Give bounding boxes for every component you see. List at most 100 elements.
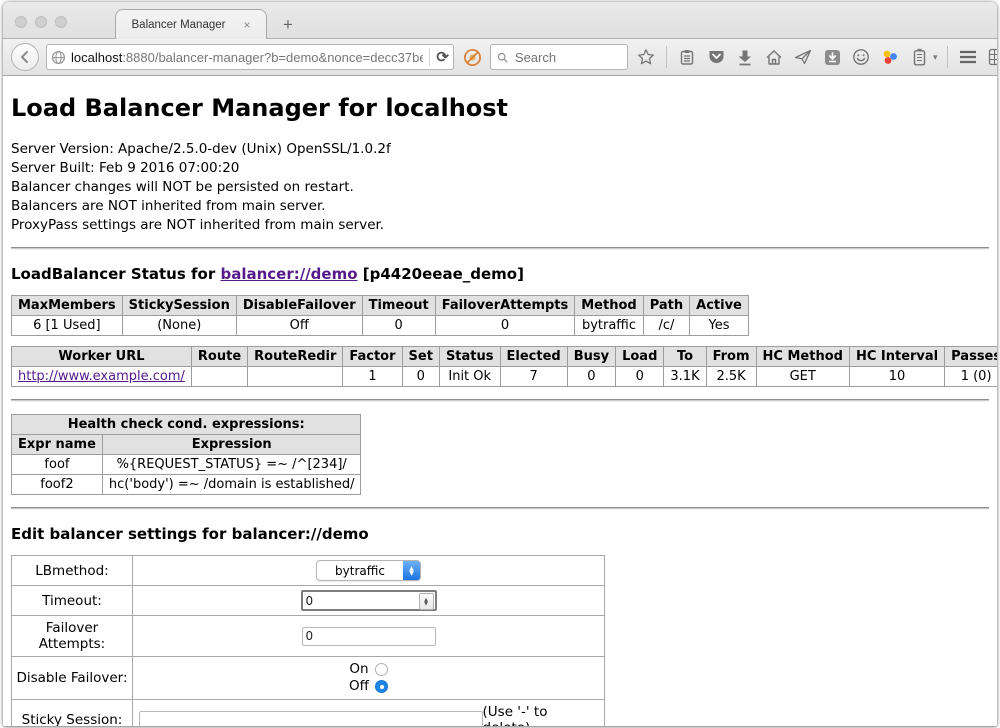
search-input[interactable] (513, 49, 621, 66)
reload-icon[interactable]: ⟳ (436, 48, 449, 66)
chevron-down-icon[interactable]: ▾ (933, 52, 938, 63)
col-failoverattempts: FailoverAttempts (435, 296, 575, 316)
number-spinner-icon[interactable]: ▲▼ (419, 593, 434, 610)
table-header-row: Expr name Expression (12, 435, 361, 455)
section-divider (11, 399, 989, 402)
form-row-timeout: Timeout: ▲▼ (12, 586, 605, 616)
search-bar[interactable] (490, 44, 628, 70)
toolbar-divider (666, 46, 667, 68)
feedback-smiley-icon[interactable] (850, 46, 872, 68)
table-header-row: Worker URL Route RouteRedir Factor Set S… (12, 347, 998, 367)
failover-attempts-input[interactable] (302, 627, 436, 646)
worker-status-table: Worker URL Route RouteRedir Factor Set S… (11, 346, 997, 387)
close-window-button[interactable] (15, 16, 27, 28)
urlbar-divider (429, 48, 430, 66)
colored-dots-extension-icon[interactable] (879, 46, 901, 68)
navigation-toolbar: localhost:8880/balancer-manager?b=demo&n… (3, 39, 997, 76)
status-heading-suffix: [p4420eeae_demo] (358, 265, 524, 283)
col-path: Path (643, 296, 689, 316)
timeout-input[interactable] (301, 590, 437, 611)
reading-list-icon[interactable] (676, 46, 698, 68)
content-blocked-icon[interactable] (461, 46, 483, 68)
tab-balancer-manager[interactable]: Balancer Manager × (115, 9, 267, 39)
status-heading-prefix: LoadBalancer Status for (11, 265, 220, 283)
col-stickysession: StickySession (122, 296, 236, 316)
edit-balancer-heading: Edit balancer settings for balancer://de… (11, 525, 989, 543)
back-arrow-icon (18, 50, 32, 64)
browser-window: Balancer Manager × + localhost:8880/bala… (3, 2, 997, 726)
sticky-session-hint: (Use '-' to delete) (483, 704, 598, 726)
zoom-window-button[interactable] (55, 16, 67, 28)
server-built-line: Server Built: Feb 9 2016 07:00:20 (11, 159, 989, 178)
lbmethod-label: LBmethod: (12, 556, 133, 586)
worker-url-link[interactable]: http://www.example.com/ (18, 369, 185, 384)
table-header-row: Health check cond. expressions: (12, 415, 361, 435)
battery-list-icon[interactable] (908, 46, 930, 68)
page-title: Load Balancer Manager for localhost (11, 94, 989, 122)
col-timeout: Timeout (362, 296, 435, 316)
col-disablefailover: DisableFailover (236, 296, 362, 316)
balancers-inherit-line: Balancers are NOT inherited from main se… (11, 197, 989, 216)
select-stepper-icon: ▲▼ (403, 561, 420, 580)
back-button[interactable] (11, 43, 39, 71)
traffic-lights (15, 16, 67, 28)
toolbar-divider (947, 46, 948, 68)
download-box-icon[interactable] (821, 46, 843, 68)
balancer-demo-link[interactable]: balancer://demo (220, 265, 357, 283)
disable-failover-off-radio[interactable] (375, 680, 388, 693)
col-method: Method (575, 296, 643, 316)
col-worker-url: Worker URL (12, 347, 192, 367)
server-version-line: Server Version: Apache/2.5.0-dev (Unix) … (11, 140, 989, 159)
home-icon[interactable] (763, 46, 785, 68)
radio-on-label: On (349, 661, 368, 677)
table-row: 6 [1 Used] (None) Off 0 0 bytraffic /c/ … (12, 316, 749, 336)
section-divider (11, 507, 989, 510)
server-info: Server Version: Apache/2.5.0-dev (Unix) … (11, 140, 989, 235)
lbmethod-selected-value: bytraffic (317, 561, 403, 580)
tab-strip: Balancer Manager × + (3, 2, 997, 39)
table-row: foof %{REQUEST_STATUS} =~ /^[234]/ (12, 455, 361, 475)
table-header-row: MaxMembers StickySession DisableFailover… (12, 296, 749, 316)
minimize-window-button[interactable] (35, 16, 47, 28)
col-active: Active (690, 296, 749, 316)
disable-failover-on-radio[interactable] (375, 663, 388, 676)
col-maxmembers: MaxMembers (12, 296, 123, 316)
bookmark-star-icon[interactable] (635, 46, 657, 68)
sticky-session-input[interactable] (139, 711, 483, 727)
col-expr-name: Expr name (12, 435, 103, 455)
disable-failover-label: Disable Failover: (12, 657, 133, 700)
search-icon (497, 51, 508, 64)
table-row: http://www.example.com/ 1 0 Init Ok 7 0 … (12, 367, 998, 387)
page-content: Load Balancer Manager for localhost Serv… (3, 77, 997, 726)
grid-extension-icon[interactable] (986, 46, 997, 68)
sticky-session-label: Sticky Session: (12, 700, 133, 727)
table-row: foof2 hc('body') =~ /domain is establish… (12, 475, 361, 495)
send-plane-icon[interactable] (792, 46, 814, 68)
pocket-icon[interactable] (705, 46, 727, 68)
url-text[interactable]: localhost:8880/balancer-manager?b=demo&n… (71, 50, 423, 65)
edit-balancer-form: LBmethod: bytraffic ▲▼ Timeout: ▲▼ (11, 555, 605, 726)
section-divider (11, 247, 989, 250)
url-path: :8880/balancer-manager?b=demo&nonce=decc… (122, 50, 423, 65)
form-row-sticky-session: Sticky Session: (Use '-' to delete) (12, 700, 605, 727)
close-tab-icon[interactable]: × (243, 19, 250, 31)
downloads-icon[interactable] (734, 46, 756, 68)
col-expression: Expression (102, 435, 361, 455)
persist-warning-line: Balancer changes will NOT be persisted o… (11, 178, 989, 197)
radio-off-label: Off (349, 678, 369, 694)
new-tab-button[interactable]: + (283, 16, 293, 33)
menu-hamburger-icon[interactable] (957, 46, 979, 68)
failover-attempts-label: Failover Attempts: (12, 616, 133, 657)
url-bar[interactable]: localhost:8880/balancer-manager?b=demo&n… (46, 44, 454, 70)
proxypass-inherit-line: ProxyPass settings are NOT inherited fro… (11, 216, 989, 235)
form-row-failover-attempts: Failover Attempts: (12, 616, 605, 657)
health-check-title: Health check cond. expressions: (12, 415, 361, 435)
lbmethod-select[interactable]: bytraffic ▲▼ (316, 560, 421, 581)
globe-icon (51, 50, 66, 65)
balancer-status-table: MaxMembers StickySession DisableFailover… (11, 295, 749, 336)
loadbalancer-status-heading: LoadBalancer Status for balancer://demo … (11, 265, 989, 283)
timeout-label: Timeout: (12, 586, 133, 616)
tab-title: Balancer Manager (132, 19, 226, 31)
form-row-lbmethod: LBmethod: bytraffic ▲▼ (12, 556, 605, 586)
url-domain: localhost (71, 50, 122, 65)
